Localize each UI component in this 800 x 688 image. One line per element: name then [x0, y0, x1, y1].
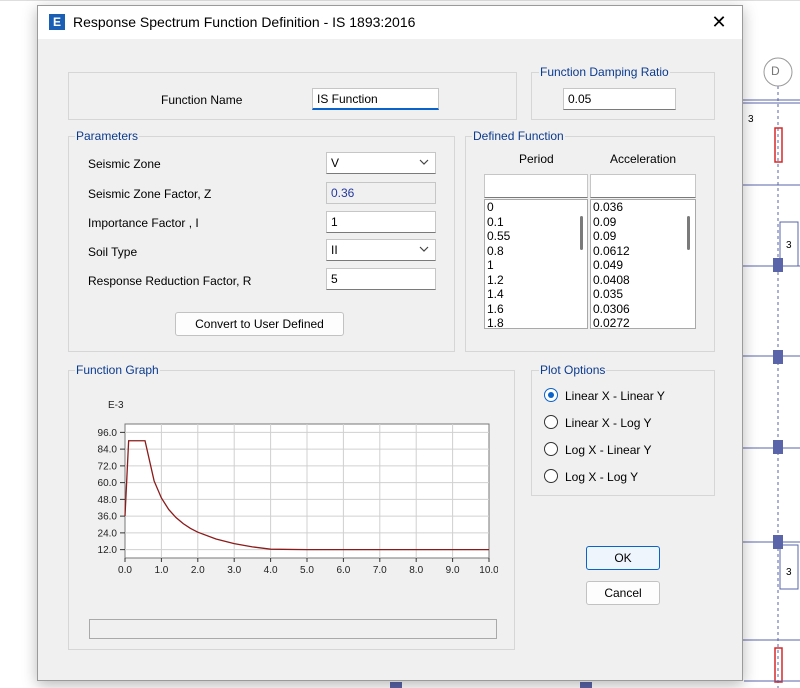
- period-list-item[interactable]: 0.55: [485, 229, 587, 244]
- close-button[interactable]: ✕: [696, 6, 742, 38]
- convert-to-user-defined-button[interactable]: Convert to User Defined: [175, 312, 344, 336]
- acceleration-list-item[interactable]: 0.0306: [591, 302, 695, 317]
- damping-ratio-group-label: Function Damping Ratio: [539, 65, 670, 79]
- acceleration-list-item[interactable]: 0.09: [591, 229, 695, 244]
- acceleration-list-item[interactable]: 0.0272: [591, 316, 695, 328]
- period-column-header: Period: [519, 152, 554, 166]
- beam-label: 3: [786, 240, 792, 251]
- x-tick-label: 3.0: [227, 565, 241, 576]
- period-list-item[interactable]: 0.8: [485, 244, 587, 259]
- damping-ratio-input[interactable]: 0.05: [563, 88, 676, 110]
- y-tick-label: 84.0: [98, 445, 118, 456]
- period-list-scrollbar[interactable]: [580, 216, 583, 250]
- x-tick-label: 7.0: [373, 565, 387, 576]
- period-list-item[interactable]: 0.1: [485, 215, 587, 230]
- zone-factor-label: Seismic Zone Factor, Z: [88, 187, 212, 201]
- graph-status-bar: [89, 619, 497, 639]
- period-list[interactable]: 0 0.1 0.55 0.8 1 1.2 1.4 1.6 1.8: [484, 199, 588, 329]
- function-name-label: Function Name: [161, 93, 243, 107]
- x-tick-label: 6.0: [336, 565, 350, 576]
- plot-option-radio[interactable]: [544, 469, 558, 483]
- acceleration-list[interactable]: 0.036 0.09 0.09 0.0612 0.049 0.0408 0.035 0.030…: [590, 199, 696, 329]
- defined-function-group-label: Defined Function: [472, 129, 565, 143]
- period-list-item[interactable]: 1: [485, 258, 587, 273]
- acceleration-entry-input[interactable]: [590, 174, 696, 198]
- plot-options-group-label: Plot Options: [539, 363, 607, 377]
- plot-option-radio[interactable]: [544, 415, 558, 429]
- ok-button[interactable]: OK: [586, 546, 660, 570]
- response-reduction-input[interactable]: 5: [326, 268, 436, 290]
- x-tick-label: 9.0: [446, 565, 460, 576]
- x-tick-label: 5.0: [300, 565, 314, 576]
- acceleration-list-scrollbar[interactable]: [687, 216, 690, 250]
- x-tick-label: 8.0: [409, 565, 423, 576]
- y-tick-label: 60.0: [98, 478, 118, 489]
- importance-factor-input[interactable]: 1: [326, 211, 436, 233]
- seismic-zone-select[interactable]: V: [326, 152, 436, 174]
- y-tick-label: 48.0: [98, 495, 118, 506]
- beam-label: 3: [786, 567, 792, 578]
- y-tick-label: 24.0: [98, 528, 118, 539]
- acceleration-list-item[interactable]: 0.0612: [591, 244, 695, 259]
- x-tick-label: 2.0: [191, 565, 205, 576]
- cancel-button[interactable]: Cancel: [586, 581, 660, 605]
- y-tick-label: 96.0: [98, 428, 118, 439]
- x-tick-label: 0.0: [118, 565, 132, 576]
- plot-option-label[interactable]: Linear X - Linear Y: [565, 389, 665, 403]
- title-bar[interactable]: E Response Spectrum Function Definition …: [38, 6, 742, 39]
- function-graph-group-label: Function Graph: [75, 363, 160, 377]
- soil-type-value: II: [331, 243, 338, 257]
- chevron-down-icon: [419, 246, 429, 252]
- y-tick-label: 12.0: [98, 545, 118, 556]
- plot-option-radio[interactable]: [544, 388, 558, 402]
- soil-type-select[interactable]: II: [326, 239, 436, 261]
- importance-factor-label: Importance Factor , I: [88, 216, 199, 230]
- acceleration-list-item[interactable]: 0.035: [591, 287, 695, 302]
- chevron-down-icon: [419, 159, 429, 165]
- close-icon: ✕: [711, 12, 727, 32]
- beam-label: 3: [748, 114, 754, 125]
- period-list-item[interactable]: 1.4: [485, 287, 587, 302]
- function-graph-chart: 0.0 1.0 2.0 3.0 4.0 5.0 6.0 7.0 8.0 9.0 10.0 96.0 84…: [98, 400, 498, 576]
- acceleration-column-header: Acceleration: [610, 152, 677, 166]
- acceleration-list-item[interactable]: 0.09: [591, 215, 695, 230]
- soil-type-label: Soil Type: [88, 245, 138, 259]
- seismic-zone-value: V: [331, 156, 340, 170]
- acceleration-list-item[interactable]: 0.0408: [591, 273, 695, 288]
- acceleration-list-item[interactable]: 0.036: [591, 200, 695, 215]
- y-tick-label: 36.0: [98, 512, 118, 523]
- response-reduction-label: Response Reduction Factor, R: [88, 274, 252, 288]
- etabs-app-icon: E: [49, 14, 65, 30]
- parameters-group-label: Parameters: [75, 129, 140, 143]
- period-list-item[interactable]: 1.6: [485, 302, 587, 317]
- seismic-zone-label: Seismic Zone: [88, 157, 161, 171]
- function-name-group: [68, 72, 517, 120]
- grid-bubble-label: D: [771, 64, 780, 78]
- y-tick-label: 72.0: [98, 461, 118, 472]
- x-tick-label: 10.0: [479, 565, 498, 576]
- function-name-input[interactable]: IS Function: [312, 88, 439, 110]
- y-exponent-label: E-3: [108, 400, 124, 411]
- x-tick-label: 4.0: [264, 565, 278, 576]
- plot-option-label[interactable]: Log X - Log Y: [565, 470, 638, 484]
- dialog-title: Response Spectrum Function Definition - …: [73, 14, 416, 30]
- period-entry-input[interactable]: [484, 174, 588, 198]
- period-list-item[interactable]: 1.8: [485, 316, 587, 328]
- acceleration-list-item[interactable]: 0.049: [591, 258, 695, 273]
- plot-option-label[interactable]: Log X - Linear Y: [565, 443, 652, 457]
- response-spectrum-dialog: E Response Spectrum Function Definition …: [37, 5, 743, 681]
- period-list-item[interactable]: 1.2: [485, 273, 587, 288]
- plot-option-radio[interactable]: [544, 442, 558, 456]
- zone-factor-field: 0.36: [326, 182, 436, 204]
- x-tick-label: 1.0: [154, 565, 168, 576]
- plot-option-label[interactable]: Linear X - Log Y: [565, 416, 652, 430]
- period-list-item[interactable]: 0: [485, 200, 587, 215]
